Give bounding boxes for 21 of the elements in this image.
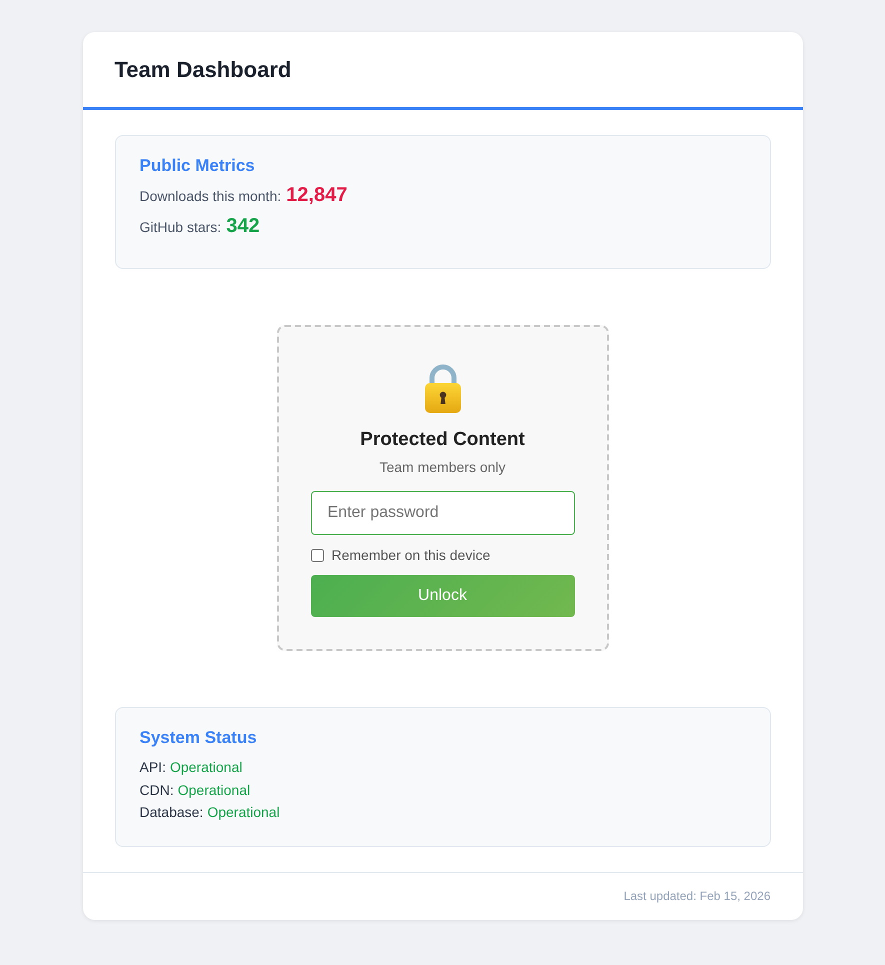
page-title: Team Dashboard: [114, 56, 292, 82]
service-status: Operational: [207, 804, 280, 820]
password-field[interactable]: Enter password: [310, 491, 574, 535]
last-updated-text: Last updated: Feb 15, 2026: [624, 889, 770, 903]
metric-label: GitHub stars:: [140, 219, 222, 235]
service-status: Operational: [178, 782, 250, 798]
metric-value: 12,847: [286, 184, 348, 207]
metric-label: Downloads this month:: [140, 188, 282, 204]
panel-title: System Status: [140, 728, 258, 748]
protected-title: Protected Content: [360, 429, 525, 451]
service-name: CDN:: [140, 782, 174, 798]
panel-title: Public Metrics: [140, 156, 256, 176]
remember-checkbox[interactable]: [310, 548, 324, 562]
service-name: Database:: [140, 804, 204, 820]
service-status: Operational: [170, 759, 242, 776]
protected-subtitle: Team members only: [379, 459, 506, 475]
padlock-icon: [422, 363, 462, 413]
unlock-button[interactable]: Unlock: [310, 575, 574, 617]
metric-value: 342: [226, 215, 260, 238]
remember-label: Remember on this device: [332, 547, 490, 563]
service-name: API:: [140, 759, 166, 776]
